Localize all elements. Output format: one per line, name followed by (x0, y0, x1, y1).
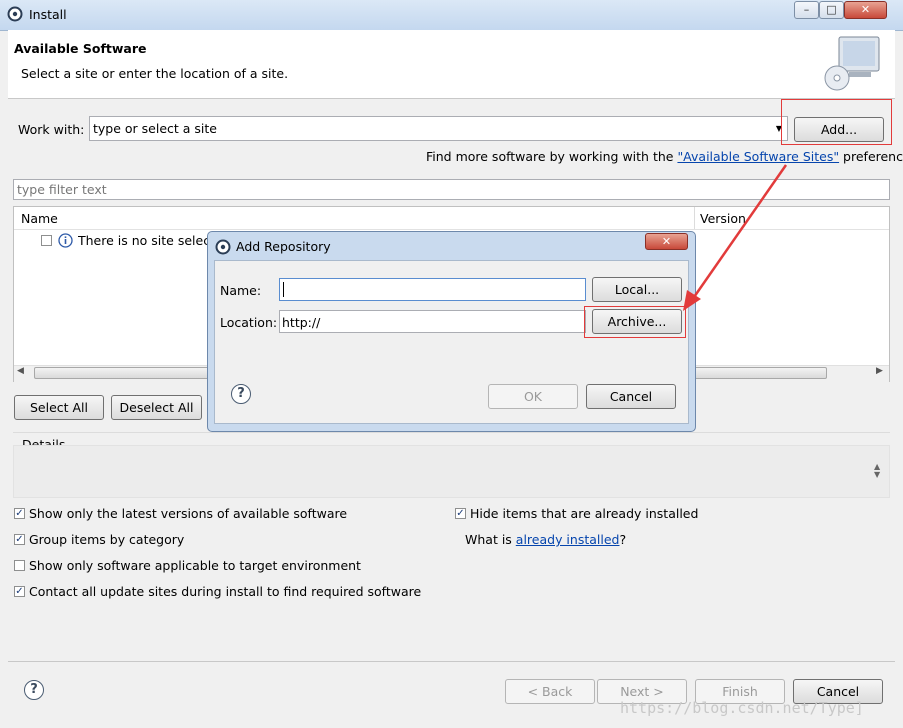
annotation-arrow (683, 164, 788, 311)
